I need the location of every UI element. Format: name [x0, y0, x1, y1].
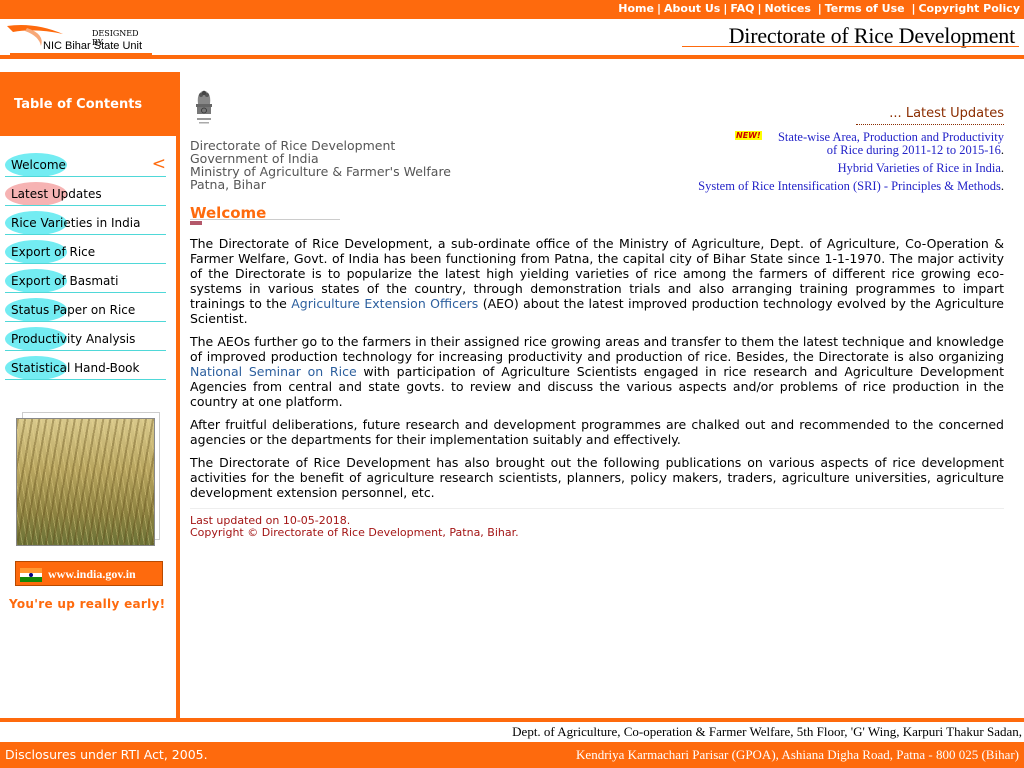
- page-meta: Last updated on 10-05-2018. Copyright © …: [190, 515, 519, 539]
- nav-underline: [5, 234, 166, 235]
- update-dot: .: [1000, 161, 1004, 175]
- nav-link-home[interactable]: Home: [618, 2, 654, 15]
- nav-link-copyright[interactable]: Copyright Policy: [918, 2, 1020, 15]
- update-link-label: System of Rice Intensification (SRI) - P…: [698, 179, 1001, 193]
- nav-link-faq[interactable]: FAQ: [730, 2, 754, 15]
- rti-disclosures-link[interactable]: Disclosures under RTI Act, 2005.: [5, 747, 208, 762]
- footer-divider: [0, 718, 1024, 722]
- update-link-label: Hybrid Varieties of Rice in India: [837, 161, 1001, 175]
- update-link-hybrid-varieties[interactable]: Hybrid Varieties of Rice in India.: [838, 162, 1004, 175]
- update-dot: .: [1000, 143, 1004, 157]
- rice-field-photo: [16, 418, 155, 546]
- footer-address-line1: Dept. of Agriculture, Co-operation & Far…: [512, 724, 1022, 739]
- org-location: Patna, Bihar: [190, 177, 266, 192]
- update-link-statewise[interactable]: State-wise Area, Production and Producti…: [778, 131, 1004, 157]
- sidebar-item-handbook[interactable]: Statistical Hand-Book: [5, 356, 166, 380]
- footer: Disclosures under RTI Act, 2005. Kendriy…: [0, 742, 1024, 768]
- header: DESIGNED BY NIC Bihar State Unit Directo…: [0, 19, 1024, 55]
- footer-address-line2: Kendriya Karmachari Parisar (GPOA), Ashi…: [576, 747, 1019, 762]
- link-national-seminar[interactable]: National Seminar on Rice: [190, 364, 357, 379]
- sidebar-item-rice-varieties[interactable]: Rice Varieties in India: [5, 211, 166, 235]
- update-dot: .: [1000, 179, 1004, 193]
- paragraph-publications: The Directorate of Rice Development has …: [190, 455, 1004, 500]
- sidebar-item-label: Welcome: [11, 158, 66, 172]
- nav-link-terms[interactable]: Terms of Use: [825, 2, 905, 15]
- nav-separator: |: [757, 2, 762, 15]
- nav-separator: |: [656, 2, 662, 15]
- greeting-message: You're up really early!: [9, 597, 166, 611]
- top-nav: Home | About Us | FAQ | Notices | Terms of Use …: [618, 2, 1020, 15]
- sidebar-item-label: Status Paper on Rice: [11, 303, 136, 317]
- nav-underline: [5, 350, 166, 351]
- sidebar-item-latest-updates[interactable]: Latest Updates: [5, 182, 166, 206]
- welcome-marker: [190, 221, 202, 225]
- nav-separator: |: [813, 2, 822, 15]
- latest-updates-heading: ... Latest Updates: [889, 106, 1004, 121]
- india-gov-label: www.india.gov.in: [48, 567, 136, 581]
- nic-logo[interactable]: DESIGNED BY NIC Bihar State Unit: [5, 22, 152, 55]
- sidebar-item-label: Latest Updates: [11, 187, 102, 201]
- nav-underline: [5, 205, 166, 206]
- header-divider: [0, 55, 1024, 59]
- national-emblem-icon: [196, 90, 212, 124]
- update-link-sri[interactable]: System of Rice Intensification (SRI) - P…: [698, 180, 1004, 193]
- sidebar-item-label: Productivity Analysis: [11, 332, 136, 346]
- paragraph-aeos: The AEOs further go to the farmers in th…: [190, 334, 1004, 409]
- paragraph-text: The AEOs further go to the farmers in th…: [190, 334, 1004, 364]
- nav-underline: [5, 176, 166, 177]
- toc-header: Table of Contents: [0, 72, 176, 136]
- nav-separator: |: [723, 2, 728, 15]
- nav-underline: [5, 321, 166, 322]
- nav-link-notices[interactable]: Notices: [765, 2, 811, 15]
- sidebar-border: [176, 72, 180, 718]
- active-marker-icon: <: [151, 154, 166, 174]
- sidebar-item-label: Statistical Hand-Book: [11, 361, 140, 375]
- latest-updates-underline: [856, 124, 1004, 125]
- link-agriculture-extension-officers[interactable]: Agriculture Extension Officers: [291, 296, 478, 311]
- sidebar-item-productivity[interactable]: Productivity Analysis: [5, 327, 166, 351]
- paragraph-deliberations: After fruitful deliberations, future res…: [190, 417, 1004, 447]
- sidebar-item-status-paper[interactable]: Status Paper on Rice: [5, 298, 166, 322]
- title-underline: [682, 46, 1019, 47]
- sidebar-item-label: Export of Rice: [11, 245, 96, 259]
- sidebar-item-label: Export of Basmati: [11, 274, 119, 288]
- new-badge: NEW!: [735, 131, 762, 140]
- nav-separator: |: [907, 2, 916, 15]
- sidebar-item-export-basmati[interactable]: Export of Basmati: [5, 269, 166, 293]
- toc-title: Table of Contents: [14, 97, 143, 112]
- sidebar-item-welcome[interactable]: Welcome <: [5, 153, 166, 177]
- welcome-content: The Directorate of Rice Development, a s…: [190, 236, 1004, 508]
- nav-link-about-us[interactable]: About Us: [664, 2, 720, 15]
- organization-block: Directorate of Rice Development Governme…: [190, 139, 451, 191]
- copyright-text: Copyright © Directorate of Rice Developm…: [190, 526, 519, 539]
- sidebar-item-export-rice[interactable]: Export of Rice: [5, 240, 166, 264]
- nav-underline: [5, 292, 166, 293]
- india-flag-icon: [20, 568, 42, 582]
- welcome-underline: [190, 219, 340, 220]
- update-link-line2: of Rice during 2011-12 to 2015-16: [826, 143, 1001, 157]
- nic-unit-label: NIC Bihar State Unit: [43, 40, 143, 52]
- india-gov-link[interactable]: www.india.gov.in: [15, 561, 163, 586]
- paragraph-intro: The Directorate of Rice Development, a s…: [190, 236, 1004, 326]
- update-link-line1: State-wise Area, Production and Producti…: [777, 130, 1004, 144]
- nav-underline: [5, 263, 166, 264]
- content-divider: [190, 508, 1004, 509]
- top-bar: Home | About Us | FAQ | Notices | Terms of Use …: [0, 0, 1024, 19]
- nav-underline: [5, 379, 166, 380]
- sidebar-item-label: Rice Varieties in India: [11, 216, 141, 230]
